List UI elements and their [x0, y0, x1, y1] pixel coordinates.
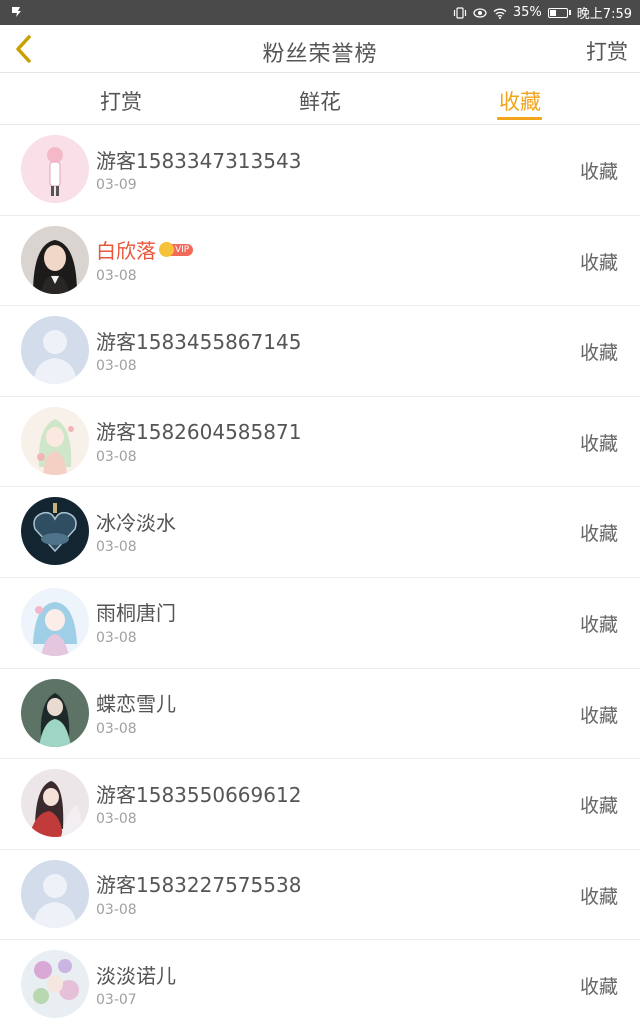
fan-name: 淡淡诺儿 — [96, 963, 176, 988]
avatar — [21, 769, 89, 838]
list-item[interactable]: 游客1583347313543 03-09 收藏 — [0, 125, 640, 216]
list-item[interactable]: 蝶恋雪儿 03-08 收藏 — [0, 669, 640, 760]
wifi-icon — [493, 8, 507, 19]
list-item[interactable]: 淡淡诺儿 03-07 收藏 — [0, 940, 640, 1024]
smile-icon — [159, 242, 174, 258]
list-item[interactable]: 雨桐唐门 03-08 收藏 — [0, 578, 640, 669]
fan-name: 游客1582604585871 — [96, 420, 302, 445]
tab-reward[interactable]: 打赏 — [100, 86, 142, 116]
app-header: 粉丝荣誉榜 打赏 — [0, 25, 640, 73]
reward-button[interactable]: 打赏 — [586, 36, 628, 66]
avatar — [21, 406, 89, 475]
list-item[interactable]: 游客1583455867145 03-08 收藏 — [0, 306, 640, 397]
favorite-label: 收藏 — [579, 432, 618, 455]
tab-bar: 打赏 鲜花 收藏 — [0, 74, 640, 125]
favorite-label: 收藏 — [579, 976, 618, 999]
vibrate-icon — [453, 6, 466, 19]
favorite-label: 收藏 — [579, 161, 618, 183]
fan-date: 03-08 — [96, 901, 137, 918]
favorite-label: 收藏 — [579, 251, 618, 274]
avatar — [21, 859, 89, 928]
page-title: 粉丝荣誉榜 — [262, 42, 378, 67]
fan-date: 03-08 — [96, 267, 137, 284]
favorite-label: 收藏 — [579, 704, 618, 727]
fan-date: 03-07 — [96, 992, 137, 1009]
status-time: 晚上7:59 — [576, 7, 632, 22]
avatar — [21, 135, 89, 203]
red-anime-avatar — [21, 769, 89, 838]
fan-name: 冰冷淡水 — [96, 510, 176, 535]
favorite-label: 收藏 — [579, 613, 618, 636]
battery-icon — [547, 7, 571, 18]
fan-list: 游客1583347313543 03-09 收藏 白欣落 VIP 03-08 收… — [0, 125, 640, 1024]
list-item[interactable]: 游客1583227575538 03-08 收藏 — [0, 850, 640, 941]
avatar — [21, 587, 89, 656]
favorite-label: 收藏 — [579, 523, 618, 546]
list-item[interactable]: 游客1583550669612 03-08 收藏 — [0, 759, 640, 850]
fan-name: 雨桐唐门 — [96, 601, 176, 626]
avatar — [21, 225, 89, 294]
anime-girl-avatar — [21, 406, 89, 475]
eye-icon — [473, 7, 487, 18]
green-anime-avatar — [21, 678, 89, 747]
favorite-label: 收藏 — [579, 342, 618, 365]
fan-date: 03-08 — [96, 720, 137, 737]
battery-percent: 35% — [512, 5, 542, 20]
status-bar: 35% 晚上7:59 — [0, 0, 640, 25]
fan-date: 03-08 — [96, 448, 137, 465]
list-item[interactable]: 白欣落 VIP 03-08 收藏 — [0, 216, 640, 307]
avatar — [21, 678, 89, 747]
tab-flowers[interactable]: 鲜花 — [299, 86, 341, 116]
fan-date: 03-08 — [96, 629, 137, 646]
fan-name: 游客1583550669612 — [96, 782, 302, 807]
list-item[interactable]: 冰冷淡水 03-08 收藏 — [0, 487, 640, 578]
favorite-label: 收藏 — [579, 795, 618, 818]
avatar — [21, 497, 89, 566]
fan-name: 游客1583347313543 — [96, 148, 302, 173]
fan-date: 03-09 — [96, 177, 137, 193]
list-item[interactable]: 游客1582604585871 03-08 收藏 — [0, 397, 640, 488]
tab-favorites[interactable]: 收藏 — [499, 86, 541, 116]
photo-girl-avatar — [21, 225, 89, 294]
avatar — [21, 950, 89, 1019]
fan-date: 03-08 — [96, 539, 137, 556]
avatar — [21, 316, 89, 385]
status-icons: 35% 晚上7:59 — [453, 4, 632, 22]
notification-icon — [12, 7, 21, 17]
fan-name: 蝶恋雪儿 — [96, 692, 176, 717]
fan-date: 03-08 — [96, 811, 137, 828]
active-tab-indicator — [497, 117, 542, 120]
favorite-label: 收藏 — [579, 885, 618, 908]
blue-anime-avatar — [21, 587, 89, 656]
fan-date: 03-08 — [96, 358, 137, 375]
default-avatar — [21, 859, 89, 928]
pink-anime-avatar — [21, 135, 89, 203]
default-avatar — [21, 316, 89, 385]
flower-avatar — [21, 950, 89, 1019]
fan-name: 白欣落 — [96, 239, 156, 264]
fan-name: 游客1583455867145 — [96, 329, 302, 354]
fan-name: 游客1583227575538 — [96, 873, 302, 898]
dark-heart-avatar — [21, 497, 89, 566]
vip-badge: VIP — [159, 242, 194, 258]
